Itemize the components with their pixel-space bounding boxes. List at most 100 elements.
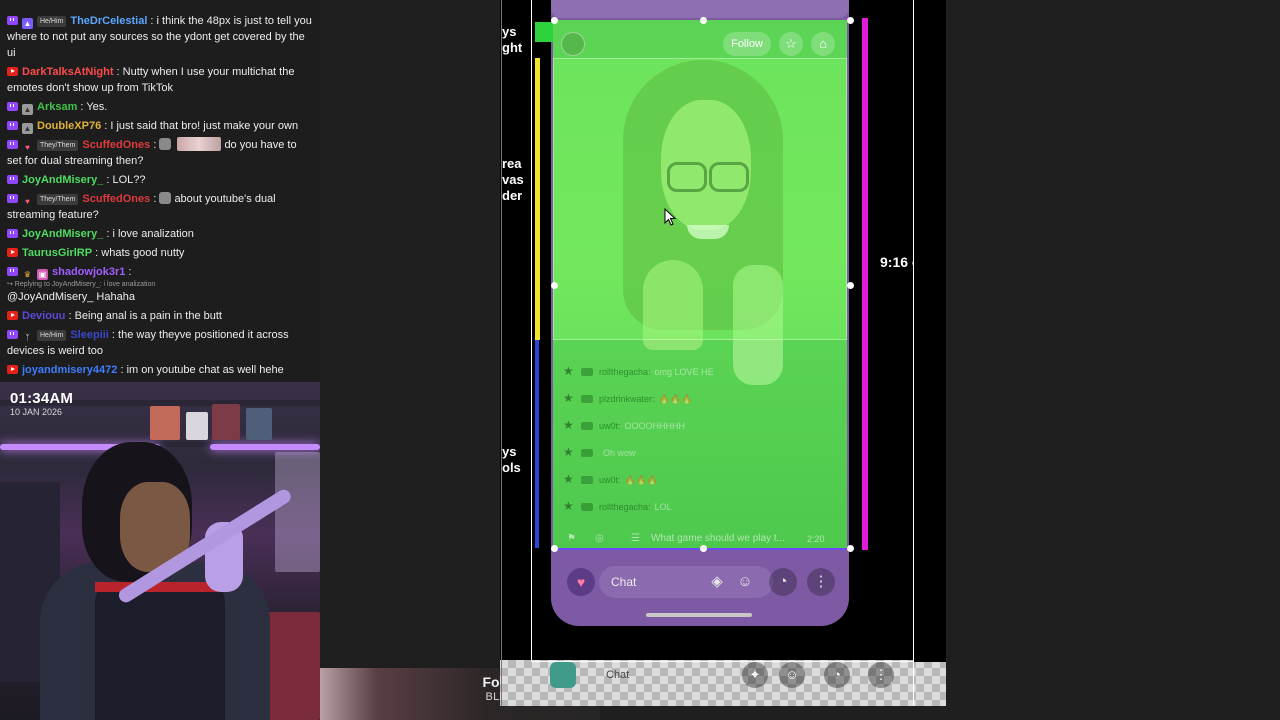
chat-username[interactable]: shadowjok3r1 <box>52 266 125 278</box>
twitch-icon <box>7 175 18 184</box>
phone-top-edge <box>551 0 849 18</box>
star-icon: ★ <box>563 391 574 405</box>
resize-handle-bottom[interactable] <box>700 545 707 552</box>
emoji-icon[interactable]: ☺ <box>731 568 759 596</box>
chat-separator: : <box>147 15 157 27</box>
chat-text: LOL?? <box>112 174 146 186</box>
resize-handle-top[interactable] <box>700 17 707 24</box>
resize-handle-right[interactable] <box>847 282 854 289</box>
preview-chat-list: ★ rollthegacha: omg LOVE HE ★ plzdrinkwater:… <box>563 364 833 526</box>
timer-icon[interactable]: ◔ <box>769 568 797 596</box>
resize-handle-bottom-left[interactable] <box>551 545 558 552</box>
badge-icon <box>581 476 593 484</box>
chat-message: JoyAndMisery_ : i love analization <box>7 226 314 242</box>
magenta-guide-bar <box>862 18 868 550</box>
layout-editor-canvas[interactable]: ys ght rea vas der ys ols Follow ☆ ⌂ ★ ro… <box>500 0 946 706</box>
home-indicator <box>646 613 752 617</box>
preview-chat-username: plzdrinkwater: <box>599 394 655 404</box>
badge-icon <box>581 449 593 457</box>
chat-message: DarkTalksAtNight : Nutty when I use your… <box>7 64 314 96</box>
chat-separator: : <box>77 101 87 113</box>
badge-icon <box>581 422 593 430</box>
chat-username[interactable]: TaurusGirlRP <box>22 247 92 259</box>
pronoun-badge: They/Them <box>37 194 79 205</box>
star-icon[interactable]: ☆ <box>779 32 803 56</box>
twitch-icon <box>7 121 18 130</box>
wolf-badge-icon: ᛉ <box>25 333 30 342</box>
timer-icon[interactable]: ◔ <box>824 662 850 688</box>
chat-username[interactable]: Arksam <box>37 101 77 113</box>
chat-text: I just said that bro! just make your own <box>110 120 299 132</box>
more-options-icon[interactable]: ⋮ <box>807 568 835 596</box>
preview-chat-text: 🔥🔥🔥 <box>624 475 659 485</box>
preview-chat-text: 🔥🔥🔥 <box>658 394 693 404</box>
inline-emote-image <box>177 137 222 151</box>
inline-emote-icon <box>159 138 172 150</box>
twitch-icon <box>7 229 18 238</box>
camera-source-box[interactable] <box>553 58 847 340</box>
chat-separator: : <box>108 329 119 341</box>
gift-icon[interactable]: ⌂ <box>811 32 835 56</box>
more-options-icon[interactable]: ⋮ <box>868 662 894 688</box>
chat-username[interactable]: TheDrCelestial <box>70 15 147 27</box>
cut-off-text-top: ys ght <box>502 24 523 55</box>
party-icon[interactable]: ✦ <box>742 662 768 688</box>
jersey-stripe <box>95 582 225 592</box>
preview-chat-text: Oh wow <box>603 448 636 458</box>
bottom-avatar <box>550 662 576 688</box>
cut-off-text-bottom: ys ols <box>502 444 521 475</box>
blue-guide-bar <box>535 340 539 548</box>
chat-username[interactable]: DarkTalksAtNight <box>22 66 113 78</box>
resize-handle-bottom-right[interactable] <box>847 545 854 552</box>
chat-message: JoyAndMisery_ : LOL?? <box>7 172 314 188</box>
chat-username[interactable]: Sleepiii <box>70 329 109 341</box>
chat-text: @JoyAndMisery_ Hahaha <box>7 291 135 303</box>
heart-badge-icon: ♥ <box>25 197 30 206</box>
youtube-icon <box>7 248 18 257</box>
resize-handle-top-left[interactable] <box>551 17 558 24</box>
pin-icon: ⚑ <box>567 533 576 544</box>
chat-text: Being anal is a pain in the butt <box>74 310 222 322</box>
chat-separator: : <box>92 247 102 259</box>
crown-badge-icon: ♛ <box>23 270 32 279</box>
channel-avatar[interactable] <box>561 32 585 56</box>
resize-handle-left[interactable] <box>551 282 558 289</box>
chat-message: ♥ They/Them ScuffedOnes : do you have to s… <box>7 137 314 169</box>
star-icon: ★ <box>563 418 574 432</box>
clock-date: 10 JAN 2026 <box>10 407 63 417</box>
multichat-panel: ▲ He/Him TheDrCelestial : i think the 48px… <box>0 0 320 382</box>
webcam-feed: 01:34AM 10 JAN 2026 <box>0 382 320 720</box>
gray-badge-icon: ▲ <box>22 123 33 134</box>
star-icon: ★ <box>563 499 574 513</box>
chat-username[interactable]: DoubleXP76 <box>37 120 101 132</box>
emoji-icon[interactable]: ☺ <box>779 662 805 688</box>
chat-username[interactable]: Deviouu <box>22 310 65 322</box>
twitch-icon <box>7 102 18 111</box>
preview-chat-text: LOL <box>654 502 672 512</box>
list-icon: ☰ <box>631 533 640 544</box>
chat-separator: : <box>113 66 123 78</box>
heart-icon[interactable]: ♥ <box>567 568 595 596</box>
chat-message: ᛉ He/Him Sleepiii : the way theyve positio… <box>7 327 314 359</box>
chat-username[interactable]: ScuffedOnes <box>82 139 150 151</box>
preview-chat-row: ★ Oh wow <box>563 445 833 472</box>
twitch-icon <box>7 194 18 203</box>
pinned-message-time: 2:20 <box>807 534 825 544</box>
youtube-icon <box>7 311 18 320</box>
chat-username[interactable]: ScuffedOnes <box>82 193 150 205</box>
badge-icon <box>581 395 593 403</box>
chat-username[interactable]: joyandmisery4472 <box>22 364 117 376</box>
chat-separator: : <box>117 364 127 376</box>
resize-handle-top-right[interactable] <box>847 17 854 24</box>
editor-side-strip <box>914 0 946 662</box>
chat-username[interactable]: JoyAndMisery_ <box>22 174 103 186</box>
chat-text: Yes. <box>86 101 108 113</box>
chat-text: whats good nutty <box>101 247 185 259</box>
diamond-icon[interactable]: ◈ <box>703 568 731 596</box>
stream-video-preview[interactable]: Follow ☆ ⌂ ★ rollthegacha: omg LOVE HE ★ plz… <box>553 20 847 548</box>
pinned-message-text: What game should we play t... <box>651 533 785 544</box>
star-icon: ★ <box>563 445 574 459</box>
chat-username[interactable]: JoyAndMisery_ <box>22 228 103 240</box>
empty-canvas-area <box>320 0 500 720</box>
follow-button[interactable]: Follow <box>723 32 771 56</box>
